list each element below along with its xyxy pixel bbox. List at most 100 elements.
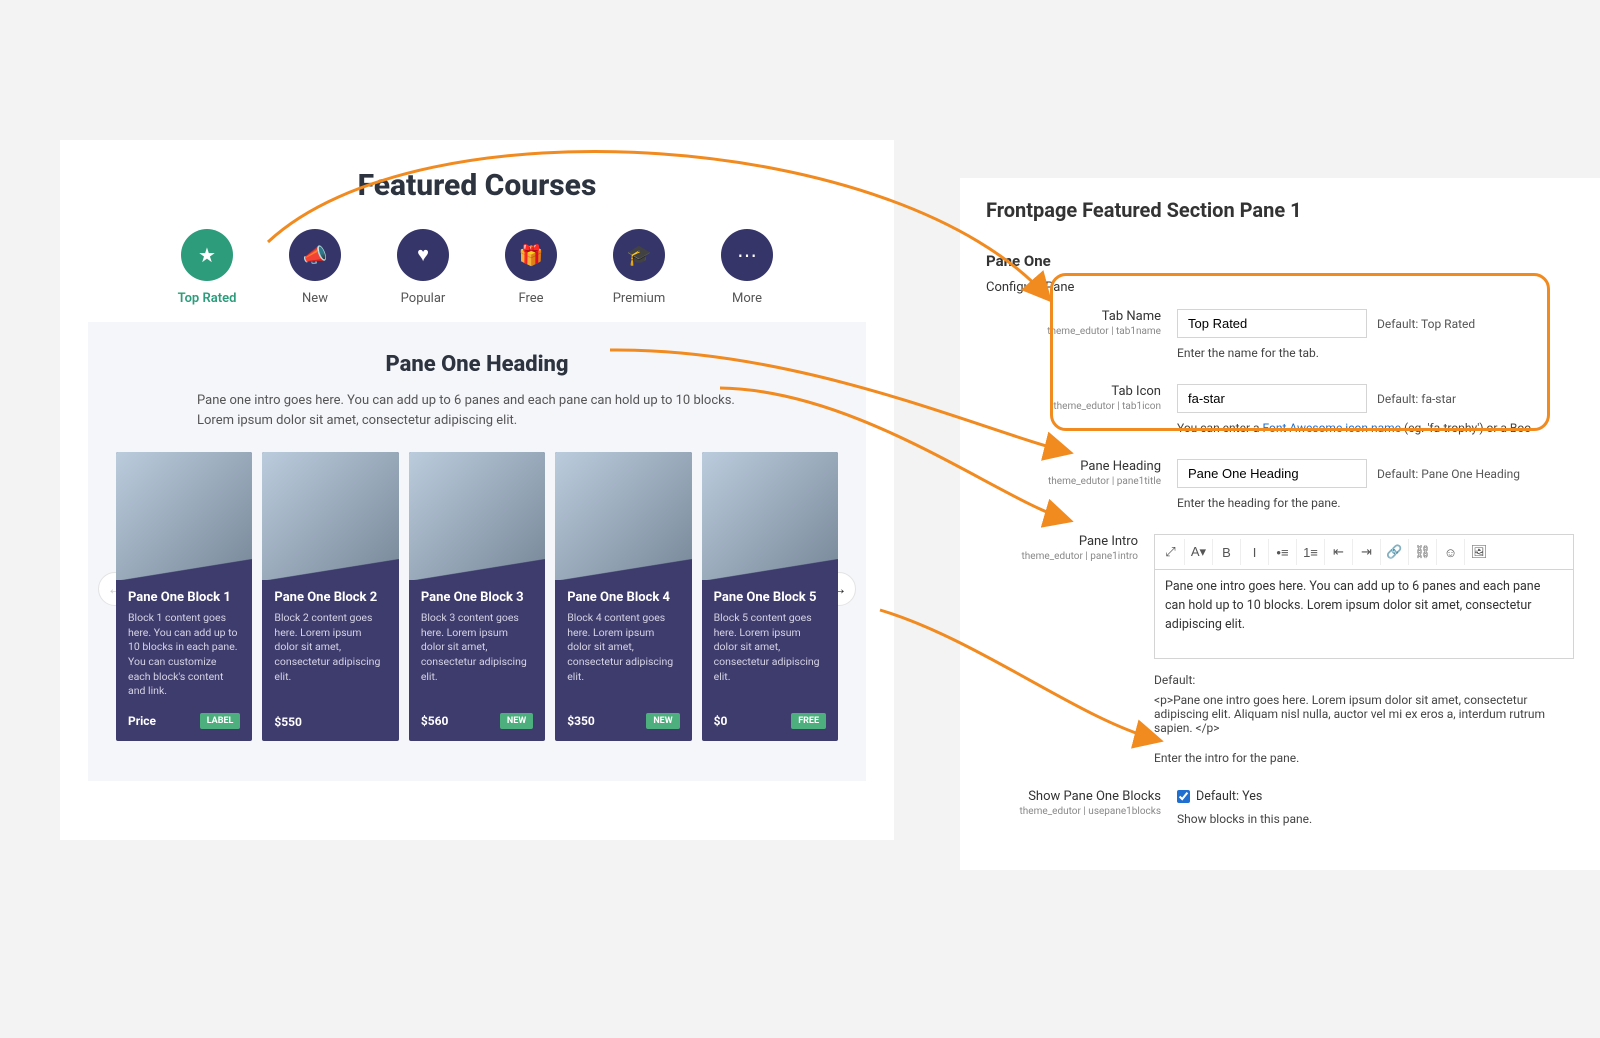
- block-image: [555, 452, 691, 580]
- bold-icon[interactable]: B: [1213, 539, 1241, 565]
- tab-icon-default: Default: fa-star: [1377, 392, 1456, 406]
- pane-intro: Pane one intro goes here. You can add up…: [197, 391, 757, 430]
- preview-panel: Featured Courses ★ Top Rated 📣 New ♥ Popular 🎁…: [60, 140, 894, 840]
- font-awesome-link[interactable]: Font Awesome icon name: [1263, 421, 1402, 435]
- field-pane-heading: Pane Heading theme_edutor | pane1title D…: [986, 459, 1574, 526]
- block-badge: FREE: [791, 713, 826, 729]
- course-block[interactable]: Pane One Block 2 Block 2 content goes her…: [262, 452, 398, 741]
- tab-label: More: [732, 291, 762, 306]
- block-image: [409, 452, 545, 580]
- tab-popular[interactable]: ♥ Popular: [391, 229, 455, 306]
- outdent-icon[interactable]: ⇥: [1353, 539, 1381, 565]
- tab-label: Popular: [401, 291, 446, 306]
- tab-label: Free: [518, 291, 543, 306]
- block-price: $350: [567, 714, 595, 728]
- font-family-icon[interactable]: A▾: [1185, 539, 1213, 565]
- italic-icon[interactable]: I: [1241, 539, 1269, 565]
- block-image: [116, 452, 252, 580]
- tab-icon-label: Tab Icon: [986, 384, 1161, 399]
- block-badge: NEW: [646, 713, 679, 729]
- tab-free[interactable]: 🎁 Free: [499, 229, 563, 306]
- pane-heading-input[interactable]: [1177, 459, 1367, 488]
- course-block[interactable]: Pane One Block 3 Block 3 content goes her…: [409, 452, 545, 741]
- block-image: [262, 452, 398, 580]
- block-title: Pane One Block 4: [567, 590, 679, 605]
- block-title: Pane One Block 3: [421, 590, 533, 605]
- course-block[interactable]: Pane One Block 5 Block 5 content goes her…: [702, 452, 838, 741]
- tab-name-input[interactable]: [1177, 309, 1367, 338]
- block-desc: Block 5 content goes here. Lorem ipsum d…: [714, 611, 826, 699]
- course-block[interactable]: Pane One Block 4 Block 4 content goes her…: [555, 452, 691, 741]
- heart-icon: ♥: [397, 229, 449, 281]
- tab-name-helper: Enter the name for the tab.: [1177, 346, 1574, 360]
- link-icon[interactable]: 🔗: [1381, 539, 1409, 565]
- pane-intro-meta: theme_edutor | pane1intro: [986, 551, 1138, 562]
- grad-cap-icon: 🎓: [613, 229, 665, 281]
- pane-intro-label: Pane Intro: [986, 534, 1138, 549]
- field-tab-name: Tab Name theme_edutor | tab1name Default…: [986, 309, 1574, 376]
- tab-icon-helper: You can enter a Font Awesome icon name (…: [1177, 421, 1574, 435]
- tab-top-rated[interactable]: ★ Top Rated: [175, 229, 239, 306]
- show-blocks-default: Default: Yes: [1196, 789, 1262, 804]
- tab-more[interactable]: ⋯More: [715, 229, 779, 306]
- emoji-icon[interactable]: ☺: [1437, 539, 1465, 565]
- block-desc: Block 4 content goes here. Lorem ipsum d…: [567, 611, 679, 699]
- pane-heading-helper: Enter the heading for the pane.: [1177, 496, 1574, 510]
- block-desc: Block 2 content goes here. Lorem ipsum d…: [274, 611, 386, 701]
- tab-name-default: Default: Top Rated: [1377, 317, 1475, 331]
- tab-label: Top Rated: [178, 291, 237, 306]
- tab-label: Premium: [613, 291, 666, 306]
- unlink-icon[interactable]: ⛓: [1409, 539, 1437, 565]
- block-title: Pane One Block 2: [274, 590, 386, 605]
- pane-body: Pane One Heading Pane one intro goes her…: [88, 322, 866, 781]
- editor-toolbar: ⤢A▾BI•≡1≡⇤⇥🔗⛓☺🖼: [1154, 534, 1574, 569]
- tab-icon-input[interactable]: [1177, 384, 1367, 413]
- ol-icon[interactable]: 1≡: [1297, 539, 1325, 565]
- field-show-blocks: Show Pane One Blocks theme_edutor | usep…: [986, 789, 1574, 842]
- block-desc: Block 1 content goes here. You can add u…: [128, 611, 240, 699]
- field-pane-intro: Pane Intro theme_edutor | pane1intro ⤢A▾…: [986, 534, 1574, 781]
- pane-intro-editor[interactable]: Pane one intro goes here. You can add up…: [1154, 569, 1574, 659]
- blocks-row: Pane One Block 1 Block 1 content goes her…: [116, 452, 838, 741]
- show-blocks-meta: theme_edutor | usepane1blocks: [986, 806, 1161, 817]
- tab-label: New: [302, 291, 328, 306]
- block-price: $0: [714, 714, 728, 728]
- pane-heading-label: Pane Heading: [986, 459, 1161, 474]
- gift-icon: 🎁: [505, 229, 557, 281]
- show-blocks-checkbox[interactable]: [1177, 790, 1190, 803]
- settings-subtitle: Pane One: [986, 252, 1574, 270]
- course-block[interactable]: Pane One Block 1 Block 1 content goes her…: [116, 452, 252, 741]
- tab-name-meta: theme_edutor | tab1name: [986, 326, 1161, 337]
- block-badge: LABEL: [200, 713, 241, 729]
- star-icon: ★: [181, 229, 233, 281]
- settings-panel: Frontpage Featured Section Pane 1 Pane O…: [960, 178, 1600, 870]
- tab-name-label: Tab Name: [986, 309, 1161, 324]
- block-title: Pane One Block 1: [128, 590, 240, 605]
- show-blocks-helper: Show blocks in this pane.: [1177, 812, 1574, 826]
- pane-heading-default: Default: Pane One Heading: [1377, 467, 1520, 481]
- block-price: $560: [421, 714, 449, 728]
- image-icon[interactable]: 🖼: [1465, 539, 1493, 565]
- block-price: Price: [128, 714, 156, 728]
- tab-icon-meta: theme_edutor | tab1icon: [986, 401, 1161, 412]
- indent-icon[interactable]: ⇤: [1325, 539, 1353, 565]
- preview-title: Featured Courses: [88, 168, 866, 203]
- block-price: $550: [274, 715, 302, 729]
- block-title: Pane One Block 5: [714, 590, 826, 605]
- show-blocks-label: Show Pane One Blocks: [986, 789, 1161, 804]
- tab-icon-helper-post: (eg. 'fa-trophy') or a Boo: [1401, 421, 1531, 435]
- pane-intro-default-html: <p>Pane one intro goes here. Lorem ipsum…: [1154, 693, 1574, 735]
- tab-premium[interactable]: 🎓 Premium: [607, 229, 671, 306]
- block-desc: Block 3 content goes here. Lorem ipsum d…: [421, 611, 533, 699]
- pane-heading: Pane One Heading: [116, 352, 838, 377]
- pane-intro-helper: Enter the intro for the pane.: [1154, 751, 1574, 765]
- tab-new[interactable]: 📣 New: [283, 229, 347, 306]
- expand-icon[interactable]: ⤢: [1157, 539, 1185, 565]
- pane-heading-meta: theme_edutor | pane1title: [986, 476, 1161, 487]
- tab-icon-helper-pre: You can enter a: [1177, 421, 1263, 435]
- block-badge: NEW: [500, 713, 533, 729]
- bullhorn-icon: 📣: [289, 229, 341, 281]
- tabs-row: ★ Top Rated 📣 New ♥ Popular 🎁 Free 🎓 Premium ⋯More: [88, 229, 866, 306]
- block-image: [702, 452, 838, 580]
- ul-icon[interactable]: •≡: [1269, 539, 1297, 565]
